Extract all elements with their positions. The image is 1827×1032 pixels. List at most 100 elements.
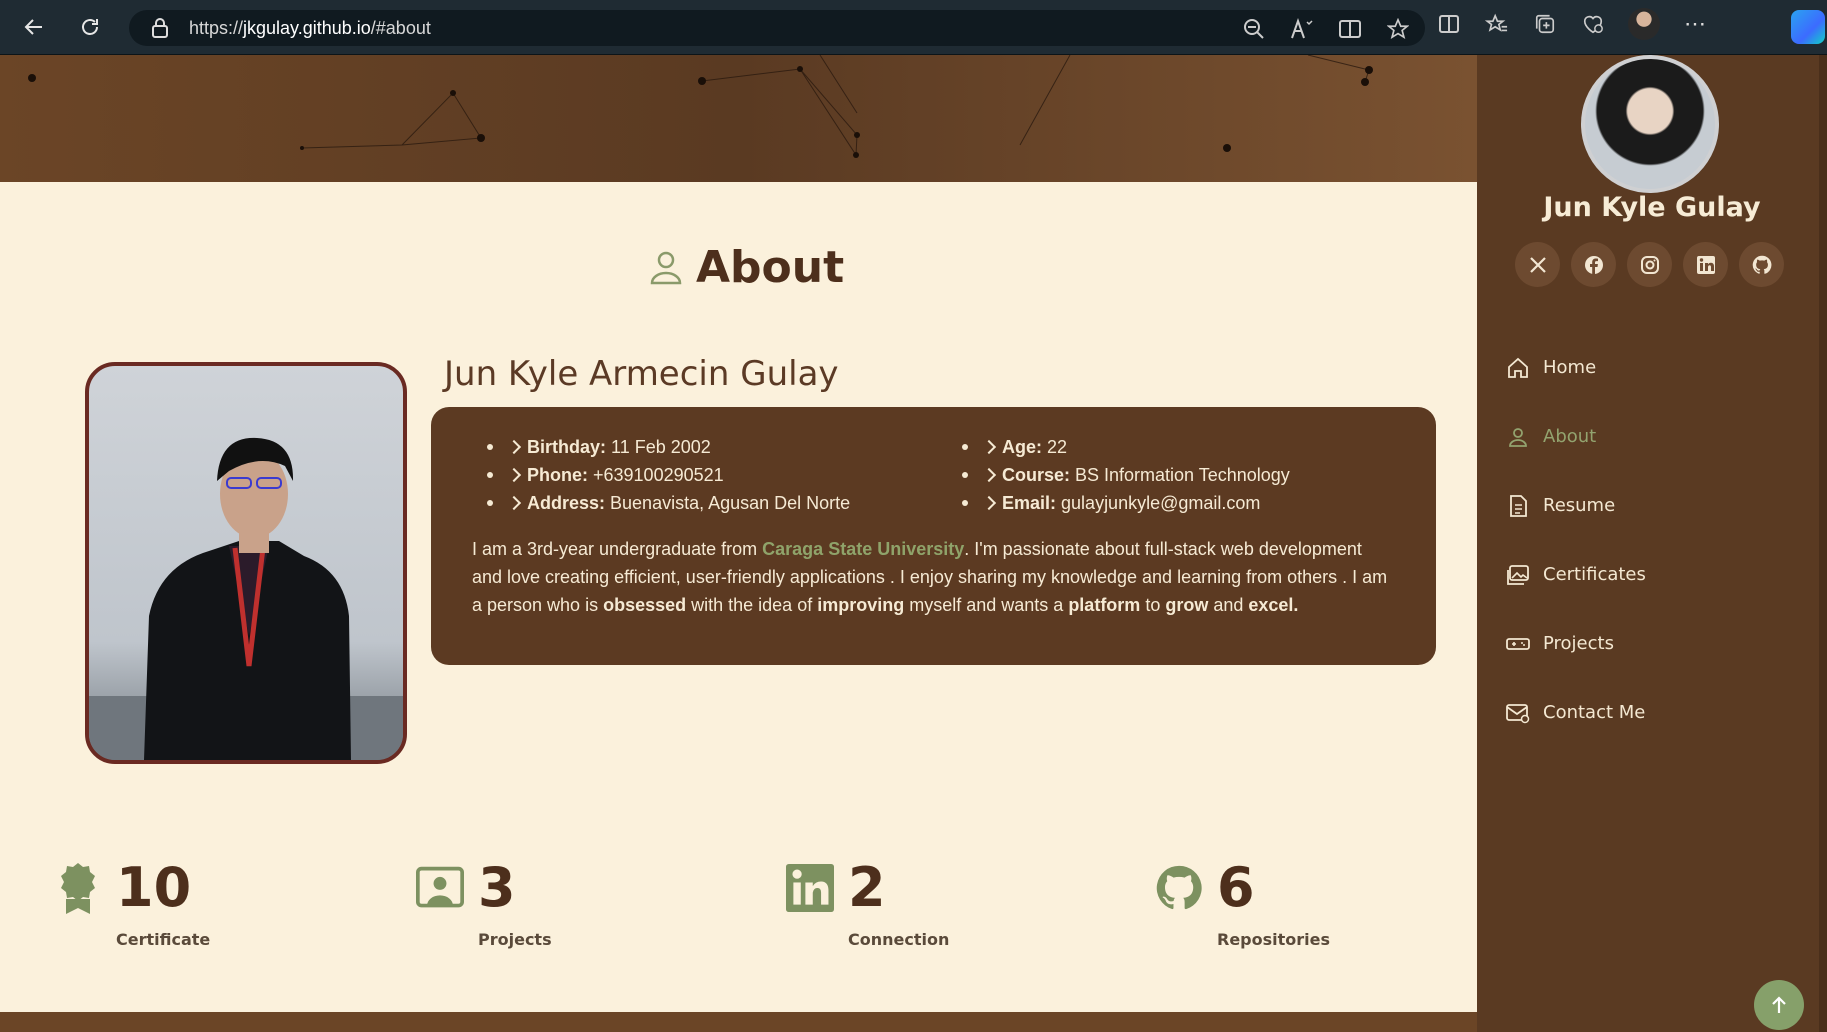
collections-icon[interactable] — [1532, 11, 1558, 37]
info-value: +639100290521 — [593, 464, 724, 485]
info-value: 11 Feb 2002 — [611, 436, 711, 457]
portrait-illustration — [89, 437, 403, 760]
stat-number: 10 — [116, 856, 192, 919]
footer-band — [0, 1012, 1477, 1032]
facebook-icon[interactable] — [1571, 242, 1616, 287]
back-to-top-button[interactable] — [1754, 980, 1804, 1030]
url-path: /#about — [370, 17, 431, 38]
profile-photo — [85, 362, 407, 764]
file-icon — [1505, 493, 1531, 519]
back-arrow-icon — [24, 19, 42, 35]
sidebar-item-resume[interactable]: Resume — [1505, 471, 1646, 540]
stat-number: 2 — [848, 856, 886, 919]
chevron-right-icon — [506, 467, 522, 483]
about-section: About Jun Kyle Armecin Gulay Birthday: 11… — [0, 182, 1477, 1012]
chevron-right-icon — [506, 495, 522, 511]
sidebar-item-certificates[interactable]: Certificates — [1505, 540, 1646, 609]
award-icon — [54, 860, 102, 916]
info-label: Address: — [527, 492, 606, 513]
x-icon[interactable] — [1515, 242, 1560, 287]
github-icon — [1155, 860, 1203, 916]
university-link[interactable]: Caraga State University — [762, 539, 964, 559]
sidebar-name: Jun Kyle Gulay — [1543, 192, 1761, 223]
info-label: Course: — [1002, 464, 1071, 485]
immersive-reader-icon[interactable] — [1337, 16, 1363, 42]
favorite-star-icon[interactable] — [1385, 16, 1411, 42]
sidebar-item-label: Projects — [1543, 633, 1614, 654]
bio-paragraph: I am a 3rd-year undergraduate from Carag… — [472, 539, 1388, 615]
info-value: gulayjunkyle@gmail.com — [1061, 492, 1261, 513]
refresh-icon — [82, 19, 98, 35]
social-links — [1515, 242, 1784, 287]
sidebar: Jun Kyle Gulay Home About Resume Certifi… — [1477, 55, 1827, 1032]
info-label: Age: — [1002, 436, 1042, 457]
sidebar-item-projects[interactable]: Projects — [1505, 609, 1646, 678]
more-options-icon[interactable]: ⋯ — [1682, 11, 1708, 37]
person-icon — [1505, 424, 1531, 450]
network-background-graphic — [28, 54, 1373, 158]
stat-label: Connection — [848, 930, 950, 949]
info-label: Phone: — [527, 464, 588, 485]
info-item-course: Course: BS Information Technology — [962, 461, 1290, 489]
info-value: BS Information Technology — [1075, 464, 1290, 485]
chevron-right-icon — [981, 495, 997, 511]
about-title: About — [696, 242, 845, 293]
address-bar[interactable]: https://jkgulay.github.io/#about — [129, 10, 1425, 46]
chevron-right-icon — [981, 439, 997, 455]
chevron-right-icon — [981, 467, 997, 483]
stat-projects: 3 Projects — [416, 860, 552, 949]
info-item-email: Email: gulayjunkyle@gmail.com — [962, 489, 1290, 517]
info-item-age: Age: 22 — [962, 433, 1290, 461]
person-icon — [650, 251, 682, 284]
sidebar-item-label: Contact Me — [1543, 702, 1646, 723]
info-label: Birthday: — [527, 436, 607, 457]
info-item-birthday: Birthday: 11 Feb 2002 — [487, 433, 850, 461]
sidebar-nav: Home About Resume Certificates Projects … — [1505, 333, 1646, 747]
favorites-icon[interactable] — [1484, 11, 1510, 37]
stat-certificates: 10 Certificate — [54, 856, 210, 949]
sidebar-item-about[interactable]: About — [1505, 402, 1646, 471]
sidebar-item-label: About — [1543, 426, 1597, 447]
browser-essentials-icon[interactable] — [1580, 11, 1606, 37]
sidebar-item-contact[interactable]: Contact Me — [1505, 678, 1646, 747]
info-item-address: Address: Buenavista, Agusan Del Norte — [487, 489, 850, 517]
lock-icon — [149, 17, 171, 39]
browser-toolbar: https://jkgulay.github.io/#about ⋯ — [0, 0, 1827, 55]
info-label: Email: — [1002, 492, 1057, 513]
github-icon[interactable] — [1739, 242, 1784, 287]
instagram-icon[interactable] — [1627, 242, 1672, 287]
projects-icon — [1505, 631, 1531, 657]
arrow-up-icon — [1772, 996, 1786, 1013]
info-card: Birthday: 11 Feb 2002 Phone: +639100290521… — [431, 407, 1436, 665]
info-value: Buenavista, Agusan Del Norte — [610, 492, 851, 513]
url-text: https://jkgulay.github.io/#about — [189, 18, 431, 39]
back-button[interactable] — [12, 5, 56, 49]
stat-label: Projects — [478, 930, 552, 949]
images-icon — [1505, 562, 1531, 588]
split-screen-icon[interactable] — [1436, 11, 1462, 37]
linkedin-icon[interactable] — [1683, 242, 1728, 287]
info-column-left: Birthday: 11 Feb 2002 Phone: +639100290521… — [487, 433, 850, 517]
portrait-icon — [416, 860, 464, 916]
info-item-phone: Phone: +639100290521 — [487, 461, 850, 489]
refresh-button[interactable] — [68, 5, 112, 49]
stat-number: 6 — [1217, 856, 1255, 919]
sidebar-item-label: Home — [1543, 357, 1597, 378]
hero-banner — [0, 54, 1477, 182]
envelope-icon — [1505, 700, 1531, 726]
scrollbar[interactable] — [1819, 55, 1827, 1032]
about-heading: About — [648, 242, 844, 293]
sidebar-avatar — [1581, 55, 1719, 193]
stat-connections: 2 Connection — [786, 856, 949, 949]
zoom-out-icon[interactable] — [1241, 16, 1267, 42]
sidebar-item-home[interactable]: Home — [1505, 333, 1646, 402]
url-domain: jkgulay.github.io — [243, 17, 371, 38]
read-aloud-icon[interactable] — [1289, 16, 1315, 42]
stat-label: Certificate — [116, 930, 211, 949]
info-column-right: Age: 22 Course: BS Information Technology … — [962, 433, 1290, 517]
stat-repositories: 6 Repositories — [1155, 856, 1330, 949]
profile-avatar[interactable] — [1628, 8, 1660, 40]
stat-label: Repositories — [1217, 930, 1331, 949]
chevron-right-icon — [506, 439, 522, 455]
copilot-icon[interactable] — [1791, 10, 1825, 44]
